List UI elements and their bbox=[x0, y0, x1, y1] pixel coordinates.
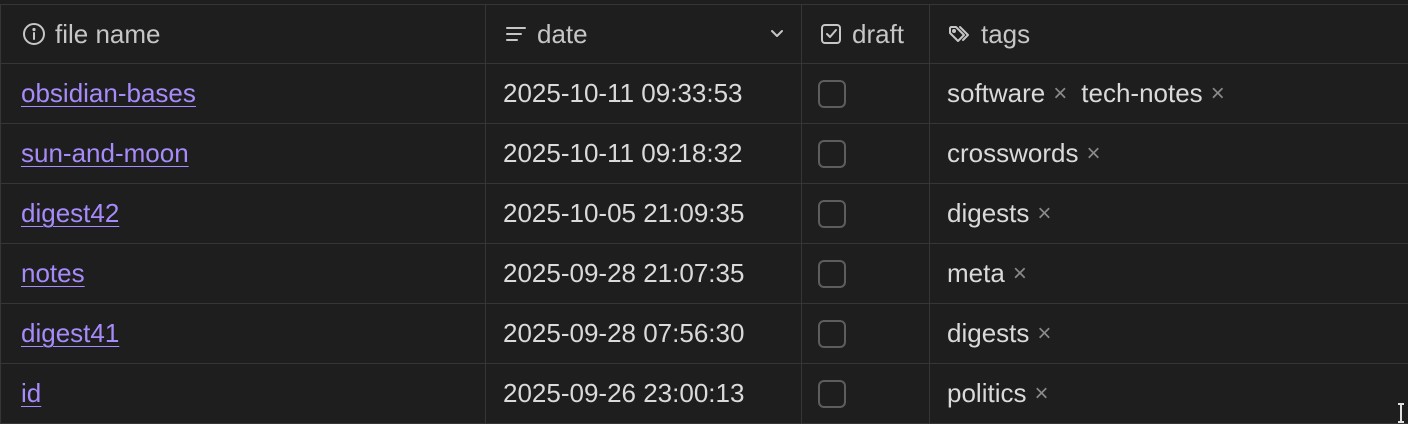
tag-label: crosswords bbox=[947, 138, 1079, 168]
remove-tag-icon[interactable]: × bbox=[1037, 320, 1051, 348]
column-header-draft[interactable]: draft bbox=[802, 5, 930, 63]
cell-date[interactable]: 2025-09-28 07:56:30 bbox=[486, 304, 802, 363]
date-value: 2025-10-11 09:18:32 bbox=[503, 138, 743, 168]
bases-table: file name date draft tags obsidian-bases… bbox=[0, 0, 1408, 424]
file-link[interactable]: id bbox=[21, 378, 41, 409]
tag-chip: digests × bbox=[947, 198, 1051, 229]
draft-checkbox[interactable] bbox=[818, 79, 846, 108]
tag-label: politics bbox=[947, 378, 1027, 408]
file-link[interactable]: digest41 bbox=[21, 318, 119, 349]
column-header-tags[interactable]: tags bbox=[930, 5, 1408, 63]
column-header-label: date bbox=[537, 18, 588, 49]
tag-label: digests bbox=[947, 318, 1030, 348]
tag-chip: meta × bbox=[947, 258, 1027, 289]
cell-draft bbox=[802, 304, 930, 363]
tag-chip: politics × bbox=[947, 378, 1049, 409]
cell-draft bbox=[802, 124, 930, 183]
cell-file-name: digest41 bbox=[0, 304, 486, 363]
file-link[interactable]: obsidian-bases bbox=[21, 78, 196, 109]
cell-tags[interactable]: digests × bbox=[930, 184, 1408, 243]
remove-tag-icon[interactable]: × bbox=[1086, 140, 1100, 168]
date-value: 2025-10-05 21:09:35 bbox=[503, 198, 745, 228]
tag-chip: digests × bbox=[947, 318, 1051, 349]
draft-checkbox[interactable] bbox=[818, 259, 846, 288]
cell-date[interactable]: 2025-09-26 23:00:13 bbox=[486, 364, 802, 423]
tag-label: tech-notes bbox=[1081, 78, 1203, 108]
cell-draft bbox=[802, 184, 930, 243]
column-header-label: tags bbox=[981, 18, 1031, 49]
table-header: file name date draft tags bbox=[0, 4, 1408, 64]
cell-file-name: obsidian-bases bbox=[0, 64, 486, 123]
remove-tag-icon[interactable]: × bbox=[1211, 80, 1225, 108]
remove-tag-icon[interactable]: × bbox=[1053, 80, 1067, 108]
cell-date[interactable]: 2025-10-11 09:33:53 bbox=[486, 64, 802, 123]
cell-tags[interactable]: digests × bbox=[930, 304, 1408, 363]
draft-checkbox[interactable] bbox=[818, 379, 846, 408]
date-value: 2025-09-28 07:56:30 bbox=[503, 318, 745, 348]
date-value: 2025-09-26 23:00:13 bbox=[503, 378, 745, 408]
tag-label: software bbox=[947, 78, 1046, 108]
file-link[interactable]: sun-and-moon bbox=[21, 138, 189, 169]
date-value: 2025-09-28 21:07:35 bbox=[503, 258, 745, 288]
table-row: notes 2025-09-28 21:07:35 meta × bbox=[0, 244, 1408, 304]
cell-file-name: sun-and-moon bbox=[0, 124, 486, 183]
cell-file-name: notes bbox=[0, 244, 486, 303]
cell-date[interactable]: 2025-09-28 21:07:35 bbox=[486, 244, 802, 303]
cell-tags[interactable]: politics × bbox=[930, 364, 1408, 423]
cell-file-name: digest42 bbox=[0, 184, 486, 243]
remove-tag-icon[interactable]: × bbox=[1037, 200, 1051, 228]
cell-draft bbox=[802, 244, 930, 303]
file-link[interactable]: notes bbox=[21, 258, 85, 289]
file-link[interactable]: digest42 bbox=[21, 198, 119, 229]
table-row: digest42 2025-10-05 21:09:35 digests × bbox=[0, 184, 1408, 244]
tags-icon bbox=[947, 21, 973, 47]
table-row: digest41 2025-09-28 07:56:30 digests × bbox=[0, 304, 1408, 364]
cell-draft bbox=[802, 364, 930, 423]
tag-label: digests bbox=[947, 198, 1030, 228]
column-header-file-name[interactable]: file name bbox=[0, 5, 486, 63]
date-value: 2025-10-11 09:33:53 bbox=[503, 78, 743, 108]
chevron-down-icon[interactable] bbox=[769, 27, 785, 41]
draft-checkbox[interactable] bbox=[818, 139, 846, 168]
text-cursor-icon bbox=[1398, 403, 1404, 423]
cell-date[interactable]: 2025-10-11 09:18:32 bbox=[486, 124, 802, 183]
cell-file-name: id bbox=[0, 364, 486, 423]
cell-tags[interactable]: crosswords × bbox=[930, 124, 1408, 183]
checkbox-icon bbox=[818, 21, 844, 47]
tag-chip: crosswords × bbox=[947, 138, 1101, 169]
table-row: obsidian-bases 2025-10-11 09:33:53 softwar… bbox=[0, 64, 1408, 124]
column-header-date[interactable]: date bbox=[486, 5, 802, 63]
tag-chip: software × bbox=[947, 78, 1067, 109]
column-header-label: file name bbox=[55, 18, 161, 49]
table-row: id 2025-09-26 23:00:13 politics × bbox=[0, 364, 1408, 424]
table-row: sun-and-moon 2025-10-11 09:18:32 crossword… bbox=[0, 124, 1408, 184]
cell-tags[interactable]: meta × bbox=[930, 244, 1408, 303]
tag-label: meta bbox=[947, 258, 1005, 288]
draft-checkbox[interactable] bbox=[818, 319, 846, 348]
text-lines-icon bbox=[503, 21, 529, 47]
cell-date[interactable]: 2025-10-05 21:09:35 bbox=[486, 184, 802, 243]
tag-chip: tech-notes × bbox=[1081, 78, 1224, 109]
remove-tag-icon[interactable]: × bbox=[1013, 260, 1027, 288]
cell-tags[interactable]: software × tech-notes × bbox=[930, 64, 1408, 123]
column-header-label: draft bbox=[852, 18, 905, 49]
draft-checkbox[interactable] bbox=[818, 199, 846, 228]
info-icon bbox=[21, 21, 47, 47]
cell-draft bbox=[802, 64, 930, 123]
remove-tag-icon[interactable]: × bbox=[1034, 380, 1048, 408]
